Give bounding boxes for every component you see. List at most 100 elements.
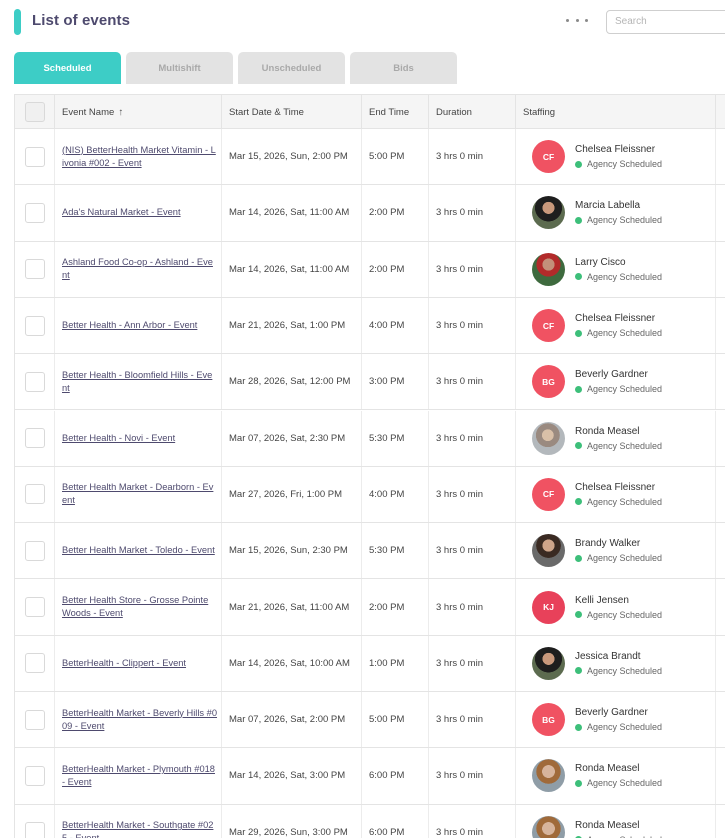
select-cell [15,748,55,804]
staff-name[interactable]: Beverly Gardner [575,705,662,720]
staff-name[interactable]: Marcia Labella [575,198,662,213]
avatar[interactable] [532,421,565,455]
next-column-cell [716,467,725,522]
staff-info: Beverly Gardner Agency Scheduled [575,705,662,734]
staff-status-label: Agency Scheduled [587,833,662,838]
event-link[interactable]: (NIS) BetterHealth Market Vitamin - Livo… [62,144,221,170]
table-row[interactable]: Better Health - Ann Arbor - Event Mar 21… [15,297,725,355]
select-cell [15,129,55,185]
event-link[interactable]: Ashland Food Co-op - Ashland - Event [62,256,221,282]
staff-name[interactable]: Jessica Brandt [575,649,662,664]
tab-scheduled[interactable]: Scheduled [14,52,121,84]
staff-name[interactable]: Kelli Jensen [575,593,662,608]
tab-bids[interactable]: Bids [350,52,457,84]
event-link[interactable]: BetterHealth Market - Plymouth #018 - Ev… [62,763,221,789]
row-checkbox[interactable] [24,540,45,561]
avatar[interactable] [532,815,565,838]
staff-name[interactable]: Ronda Measel [575,424,662,439]
event-link[interactable]: Better Health - Novi - Event [62,432,179,445]
table-row[interactable]: Better Health - Novi - Event Mar 07, 202… [15,410,725,467]
duration-cell: 3 hrs 0 min [429,523,516,579]
event-link[interactable]: Better Health Market - Toledo - Event [62,544,219,557]
next-column-cell [716,748,725,803]
table-row[interactable]: BetterHealth - Clippert - Event Mar 14, … [15,635,725,692]
staff-name[interactable]: Chelsea Fleissner [575,480,662,495]
staff-name[interactable]: Chelsea Fleissner [575,311,662,326]
event-link[interactable]: Better Health Store - Grosse Pointe Wood… [62,594,221,620]
end-time-cell: 2:00 PM [362,579,429,635]
end-time-cell: 6:00 PM [362,748,429,804]
staff-name[interactable]: Ronda Measel [575,818,662,833]
event-link[interactable]: Better Health Market - Dearborn - Event [62,481,221,507]
table-row[interactable]: BetterHealth Market - Southgate #025 - E… [15,804,725,838]
staff-status: Agency Scheduled [575,495,662,509]
table-row[interactable]: BetterHealth Market - Plymouth #018 - Ev… [15,748,725,805]
end-time-cell: 3:00 PM [362,354,429,410]
avatar[interactable] [532,534,565,568]
avatar[interactable] [532,759,565,793]
table-row[interactable]: Ashland Food Co-op - Ashland - Event Mar… [15,241,725,298]
row-checkbox[interactable] [24,822,45,838]
staff-name[interactable]: Ronda Measel [575,761,662,776]
row-checkbox[interactable] [24,709,45,730]
avatar[interactable] [532,646,565,680]
row-checkbox[interactable] [24,765,45,786]
staffing-cell: Ronda Measel Agency Scheduled [516,804,716,838]
header-event-name[interactable]: Event Name ↑ [55,95,222,129]
table-row[interactable]: Better Health Store - Grosse Pointe Wood… [15,579,725,636]
event-link[interactable]: BetterHealth - Clippert - Event [62,657,190,670]
staff-name[interactable]: Larry Cisco [575,255,662,270]
next-column-cell [716,636,725,691]
staff-name[interactable]: Chelsea Fleissner [575,142,662,157]
header-duration[interactable]: Duration [429,95,516,129]
duration-cell: 3 hrs 0 min [429,410,516,466]
sort-arrow-up-icon[interactable]: ↑ [118,107,123,118]
row-checkbox[interactable] [24,428,45,449]
tab-multishift[interactable]: Multishift [126,52,233,84]
avatar[interactable]: KJ [532,590,565,624]
staff-status: Agency Scheduled [575,551,662,565]
select-all-checkbox[interactable] [24,102,45,122]
event-link[interactable]: BetterHealth Market - Beverly Hills #009… [62,707,221,733]
row-checkbox[interactable] [24,597,45,618]
row-checkbox[interactable] [24,653,45,674]
header-staffing[interactable]: Staffing [516,95,716,129]
more-options-icon[interactable] [566,12,588,28]
event-link[interactable]: Better Health - Bloomfield Hills - Event [62,369,221,395]
avatar[interactable] [532,252,565,286]
table-row[interactable]: Better Health Market - Dearborn - Event … [15,466,725,524]
table-row[interactable]: Ada's Natural Market - Event Mar 14, 202… [15,185,725,242]
table-row[interactable]: Better Health Market - Toledo - Event Ma… [15,523,725,580]
avatar[interactable]: BG [532,365,565,399]
staff-info: Beverly Gardner Agency Scheduled [575,367,662,396]
event-link[interactable]: BetterHealth Market - Southgate #025 - E… [62,819,221,838]
header-end-time[interactable]: End Time [362,95,429,129]
row-checkbox[interactable] [24,371,45,392]
event-link[interactable]: Better Health - Ann Arbor - Event [62,319,201,332]
row-checkbox[interactable] [24,259,45,280]
tab-unscheduled[interactable]: Unscheduled [238,52,345,84]
search-box[interactable] [606,10,725,34]
avatar[interactable]: CF [532,477,565,511]
header-start-date[interactable]: Start Date & Time [222,95,362,129]
event-name-cell: Better Health Market - Dearborn - Event [55,466,222,523]
event-link[interactable]: Ada's Natural Market - Event [62,206,185,219]
row-checkbox[interactable] [24,315,45,336]
row-checkbox[interactable] [24,484,45,505]
staff-name[interactable]: Beverly Gardner [575,367,662,382]
table-row[interactable]: BetterHealth Market - Beverly Hills #009… [15,692,725,749]
avatar[interactable]: CF [532,140,565,174]
table-row[interactable]: (NIS) BetterHealth Market Vitamin - Livo… [15,129,725,186]
avatar[interactable] [532,196,565,230]
staff-status: Agency Scheduled [575,270,662,284]
event-name-cell: Better Health - Novi - Event [55,410,222,466]
row-checkbox[interactable] [24,202,45,223]
search-input[interactable] [607,12,725,31]
select-cell [15,804,55,838]
avatar[interactable]: CF [532,309,565,343]
end-time-cell: 1:00 PM [362,635,429,691]
staff-name[interactable]: Brandy Walker [575,536,662,551]
row-checkbox[interactable] [24,146,45,167]
table-row[interactable]: Better Health - Bloomfield Hills - Event… [15,354,725,411]
avatar[interactable]: BG [532,703,565,737]
